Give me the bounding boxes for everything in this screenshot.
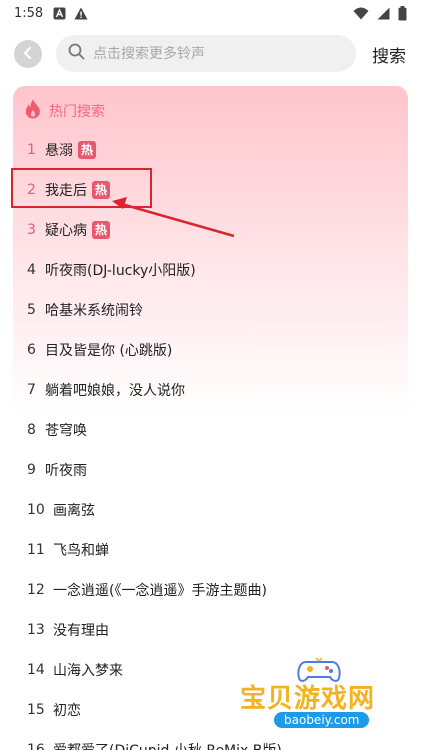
- annotation-arrow-icon: [112, 197, 235, 238]
- watermark-brand: 宝贝游戏网: [240, 684, 376, 714]
- watermark-url: baobeiy.com: [274, 712, 370, 728]
- watermark: 宝贝游戏网 baobeiy.com: [236, 656, 421, 748]
